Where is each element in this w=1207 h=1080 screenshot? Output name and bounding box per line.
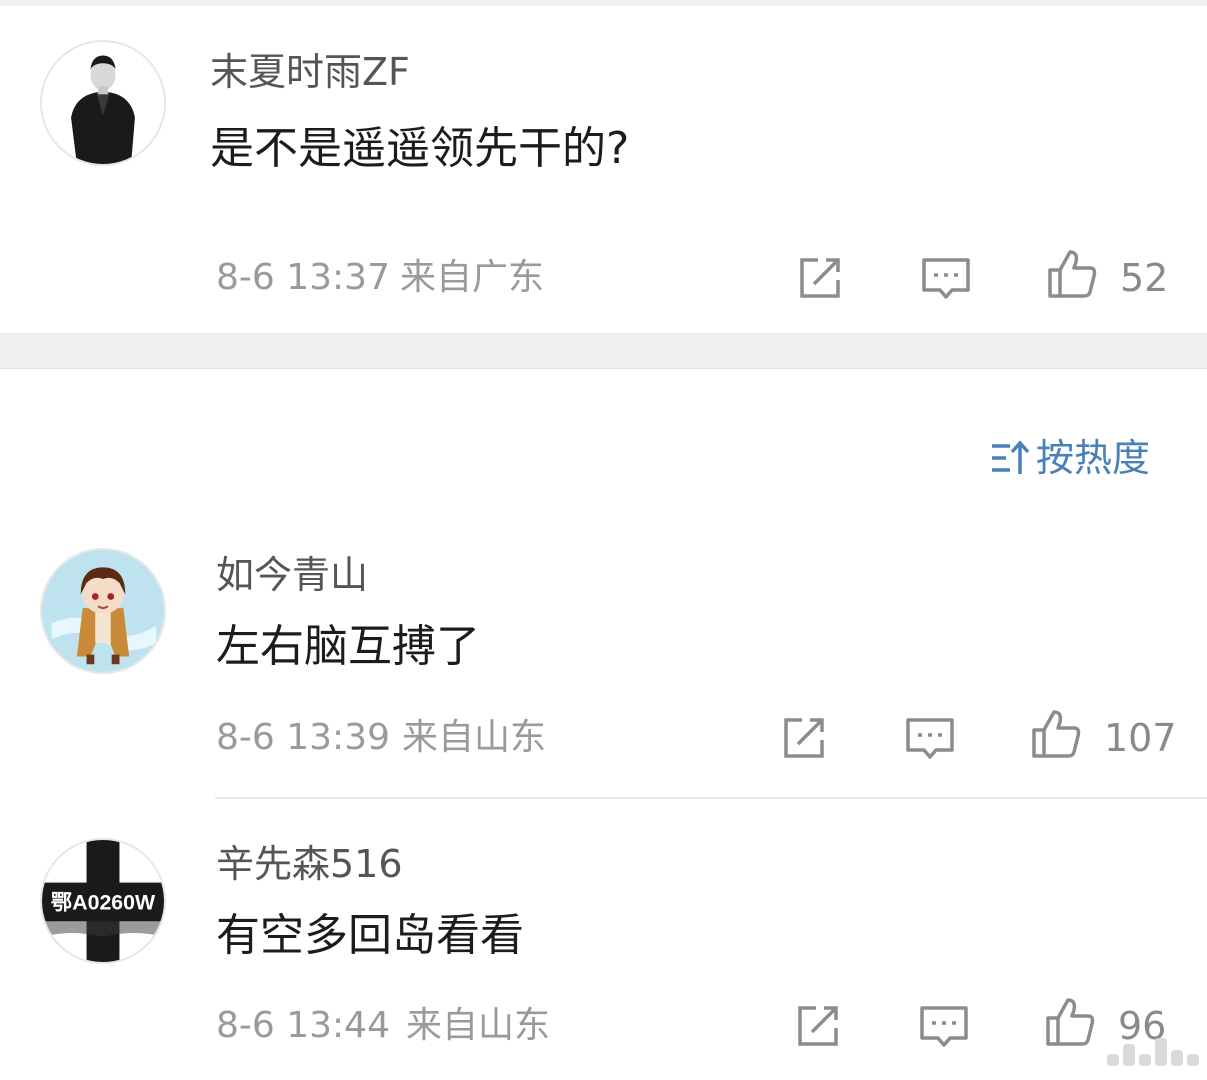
like-icon[interactable] xyxy=(1030,708,1082,760)
comment-page: 末夏时雨ZF 是不是遥遥领先干的? 8-6 13:37 来自广东 52 按热度 xyxy=(0,0,1207,1080)
comment-text: 有空多回岛看看 xyxy=(216,910,524,961)
like-icon[interactable] xyxy=(1044,996,1096,1048)
comment-text: 是不是遥遥领先干的? xyxy=(210,123,630,174)
username[interactable]: 辛先森516 xyxy=(216,845,403,883)
top-divider xyxy=(0,0,1207,6)
avatar[interactable]: 鄂A0260W xyxy=(40,838,166,964)
avatar[interactable] xyxy=(40,548,166,674)
comment-location: 来自山东 xyxy=(402,717,547,758)
anime-character-avatar-icon xyxy=(42,550,164,672)
like-icon[interactable] xyxy=(1046,248,1098,300)
license-plate-cross-avatar-icon: 鄂A0260W xyxy=(42,840,164,962)
person-in-dark-coat-avatar-icon xyxy=(42,42,164,164)
section-separator xyxy=(0,333,1207,369)
watermark-bars xyxy=(1107,1038,1199,1066)
like-count: 107 xyxy=(1104,716,1177,760)
comment-time: 8-6 13:44 xyxy=(216,1005,390,1046)
username[interactable]: 末夏时雨ZF xyxy=(210,53,410,91)
comment-icon[interactable] xyxy=(918,1000,970,1052)
sort-label: 按热度 xyxy=(1036,436,1151,480)
comment-location: 来自广东 xyxy=(400,257,545,298)
share-icon[interactable] xyxy=(778,712,830,764)
comment-icon[interactable] xyxy=(904,712,956,764)
comment-divider xyxy=(215,797,1207,799)
like-count: 52 xyxy=(1120,256,1169,300)
comment-text: 左右脑互搏了 xyxy=(216,621,480,672)
sort-by-hot-button[interactable]: 按热度 xyxy=(990,436,1150,480)
avatar-plate-text: 鄂A0260W xyxy=(51,891,156,915)
comment-time: 8-6 13:37 xyxy=(216,257,390,298)
username[interactable]: 如今青山 xyxy=(216,556,368,594)
share-icon[interactable] xyxy=(792,1000,844,1052)
comment-icon[interactable] xyxy=(920,252,972,304)
sort-arrows-icon xyxy=(992,440,1030,474)
share-icon[interactable] xyxy=(794,252,846,304)
avatar[interactable] xyxy=(40,40,166,166)
comment-time: 8-6 13:39 xyxy=(216,717,390,758)
comment-location: 来自山东 xyxy=(406,1005,551,1046)
